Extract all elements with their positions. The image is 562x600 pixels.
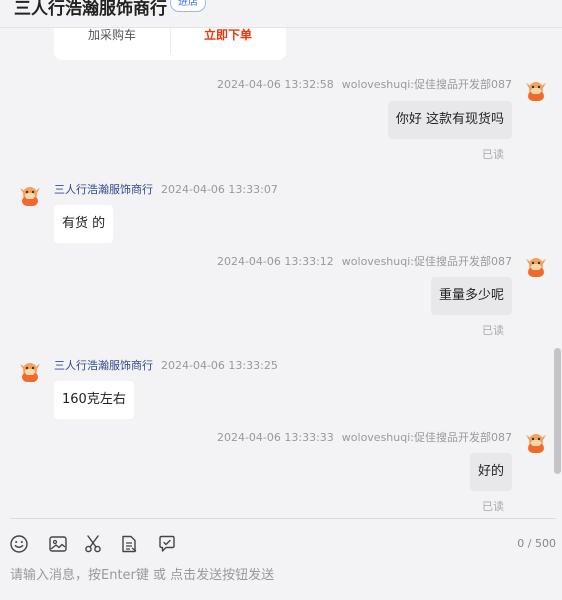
scissors-icon[interactable] xyxy=(83,534,103,554)
add-to-cart-button[interactable]: 加采购车 xyxy=(54,26,170,43)
shop-avatar[interactable] xyxy=(16,357,44,385)
shop-title: 三人行浩瀚服饰商行 xyxy=(14,0,167,19)
sender-name: woloveshuqi:促佳搜品开发部087 xyxy=(341,431,512,444)
sender-name: 三人行浩瀚服饰商行 xyxy=(54,359,153,372)
message-time: 2024-04-06 13:33:07 xyxy=(161,183,278,196)
shop-avatar[interactable] xyxy=(16,181,44,209)
image-icon[interactable] xyxy=(48,534,68,554)
message-meta: 2024-04-06 13:33:33 woloveshuqi:促佳搜品开发部08… xyxy=(217,429,512,445)
read-status: 已读 xyxy=(482,500,504,513)
message-meta: 三人行浩瀚服饰商行 2024-04-06 13:33:25 xyxy=(54,357,278,373)
sender-name: woloveshuqi:促佳搜品开发部087 xyxy=(341,78,512,91)
character-counter: 0 / 500 xyxy=(517,537,556,550)
user-avatar[interactable] xyxy=(522,252,550,280)
document-icon[interactable] xyxy=(119,534,139,554)
sender-name: 三人行浩瀚服饰商行 xyxy=(54,183,153,196)
composer-divider xyxy=(10,518,556,519)
message-bubble-incoming: 有货 的 xyxy=(54,205,114,243)
read-status: 已读 xyxy=(482,324,504,337)
scrollbar-thumb[interactable] xyxy=(554,348,561,474)
quick-reply-icon[interactable] xyxy=(157,534,177,554)
message-time: 2024-04-06 13:33:12 xyxy=(216,255,334,268)
buy-now-button[interactable]: 立即下单 xyxy=(170,26,286,43)
emoji-icon[interactable] xyxy=(9,534,29,554)
message-time: 2024-04-06 13:33:25 xyxy=(161,359,278,372)
message-bubble-outgoing: 你好 这款有现货吗 xyxy=(387,101,512,139)
message-input[interactable] xyxy=(10,564,550,586)
user-avatar[interactable] xyxy=(522,76,550,104)
message-time: 2024-04-06 13:32:58 xyxy=(216,78,334,91)
message-bubble-incoming: 160克左右 xyxy=(54,381,134,419)
message-bubble-outgoing: 重量多少呢 xyxy=(430,277,512,315)
sender-name: woloveshuqi:促佳搜品开发部087 xyxy=(341,255,512,268)
message-bubble-outgoing: 好的 xyxy=(469,453,512,491)
message-meta: 2024-04-06 13:33:12 woloveshuqi:促佳搜品开发部08… xyxy=(217,253,512,269)
chat-header: 三人行浩瀚服饰商行 进店 xyxy=(0,0,562,28)
user-avatar[interactable] xyxy=(522,428,550,456)
enter-shop-badge[interactable]: 进店 xyxy=(170,0,206,12)
message-composer: 0 / 500 xyxy=(0,518,562,600)
message-meta: 2024-04-06 13:32:58 woloveshuqi:促佳搜品开发部08… xyxy=(217,76,512,92)
message-time: 2024-04-06 13:33:33 xyxy=(216,431,334,444)
message-meta: 三人行浩瀚服饰商行 2024-04-06 13:33:07 xyxy=(54,181,278,197)
read-status: 已读 xyxy=(482,148,504,161)
